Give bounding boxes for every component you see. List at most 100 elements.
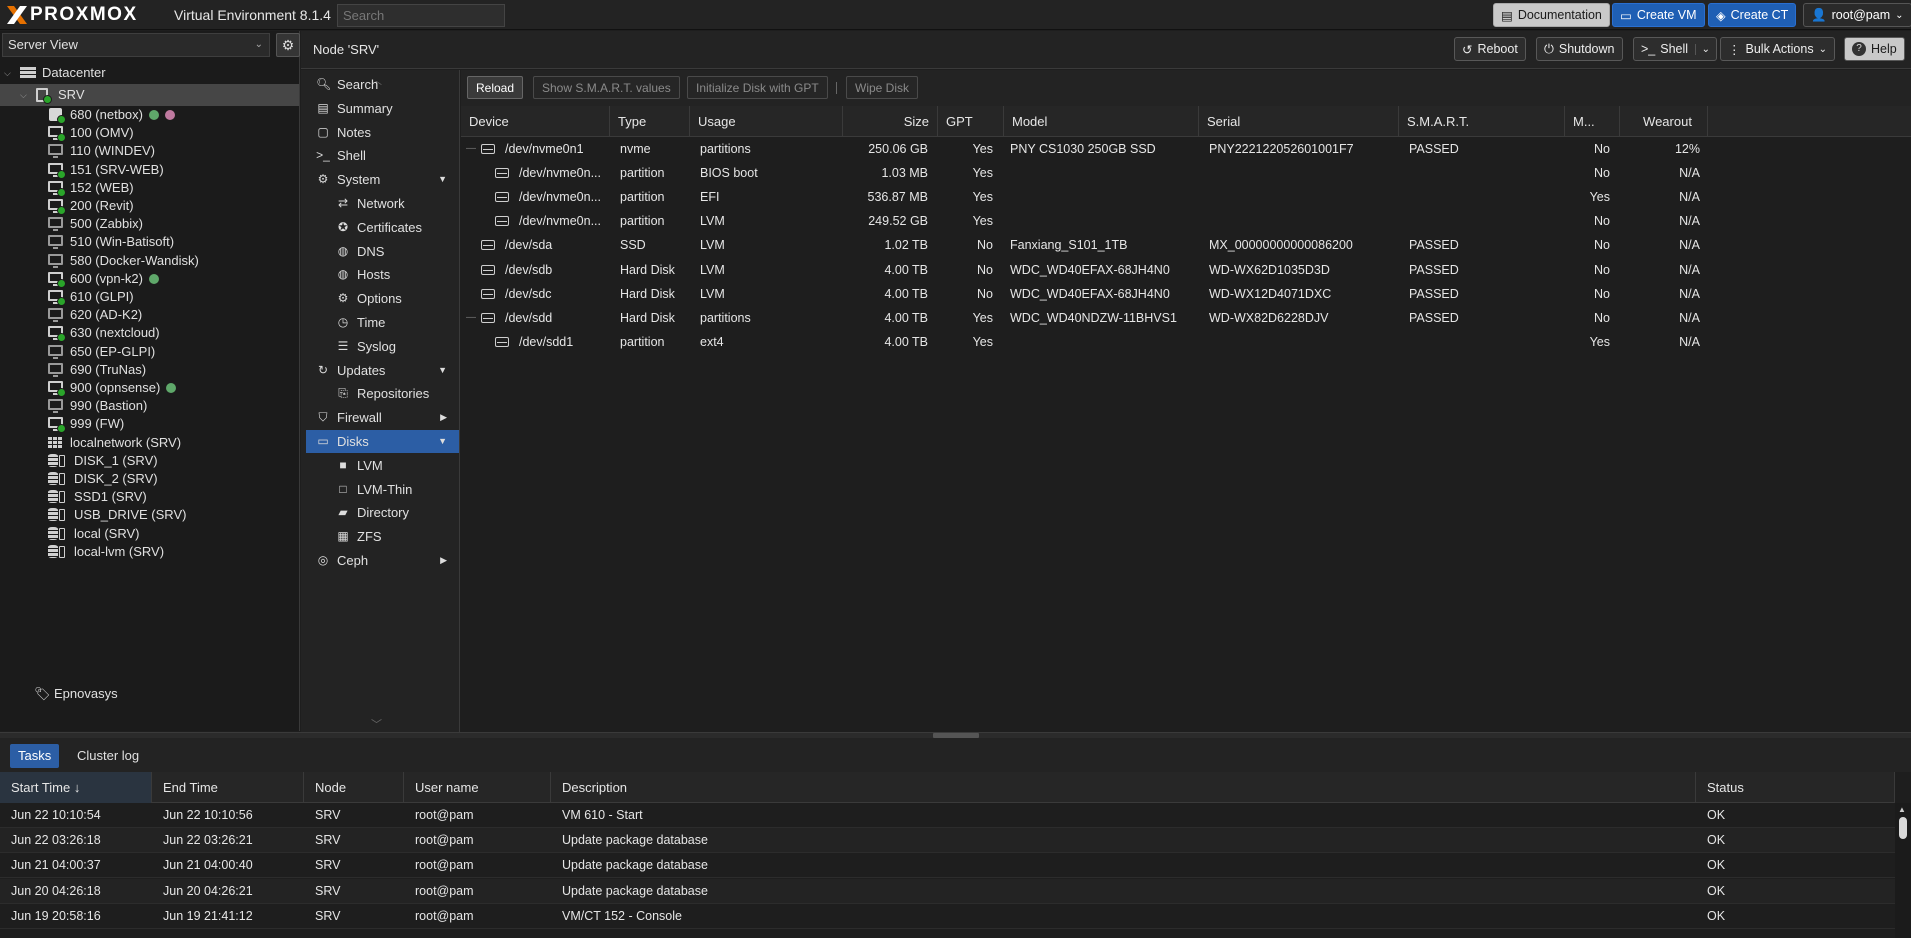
tree-item[interactable]: 630 (nextcloud) xyxy=(48,324,160,343)
documentation-button[interactable]: ▤ Documentation xyxy=(1493,3,1610,27)
scrollbar-thumb[interactable] xyxy=(1899,817,1907,839)
tree-item[interactable]: 200 (Revit) xyxy=(48,197,134,215)
tree-settings-button[interactable]: ⚙ xyxy=(276,33,300,57)
search-input[interactable]: Search xyxy=(337,4,505,27)
tree-item[interactable]: 580 (Docker-Wandisk) xyxy=(48,252,199,270)
table-row[interactable]: /dev/sdd1 partition ext4 4.00 TB Yes Yes N/A xyxy=(461,330,1911,354)
column-header[interactable]: End Time xyxy=(152,772,304,803)
nav-item-zfs[interactable]: ▦ ZFS xyxy=(306,525,459,548)
column-header[interactable]: Status xyxy=(1696,772,1895,803)
scroll-up-icon[interactable]: ▲ xyxy=(1898,805,1906,814)
table-row[interactable]: — /dev/sdd Hard Disk partitions 4.00 TB Yes WD… xyxy=(461,306,1911,330)
nav-item-options[interactable]: ⚙ Options xyxy=(306,287,459,310)
nav-item-time[interactable]: ◷ Time xyxy=(306,311,459,334)
expand-toggle-icon[interactable]: — xyxy=(466,137,476,161)
table-row[interactable]: /dev/sda SSD LVM 1.02 TB No Fanxiang_S101_1TB… xyxy=(461,233,1911,257)
expand-toggle-icon[interactable]: — xyxy=(466,306,476,330)
nav-item-repositories[interactable]: ⎘ Repositories xyxy=(306,382,459,405)
column-header[interactable]: Type xyxy=(610,106,690,137)
column-header[interactable]: Size xyxy=(843,106,938,137)
tree-item[interactable]: DISK_1 (SRV) xyxy=(48,452,158,470)
tree-item[interactable]: DISK_2 (SRV) xyxy=(48,470,158,488)
column-header[interactable]: Start Time ↓ xyxy=(0,772,152,803)
column-header[interactable]: S.M.A.R.T. xyxy=(1399,106,1565,137)
table-row[interactable]: /dev/sdc Hard Disk LVM 4.00 TB No WDC_WD40EFA… xyxy=(461,282,1911,306)
tree-item[interactable]: 900 (opnsense) xyxy=(48,379,177,397)
tree-item[interactable]: 990 (Bastion) xyxy=(48,397,147,415)
tree-item[interactable]: 650 (EP-GLPI) xyxy=(48,343,155,361)
nav-item-network[interactable]: ⇄ Network xyxy=(306,192,459,215)
column-header[interactable]: Device xyxy=(461,106,610,137)
nav-item-search[interactable]: 🔍︎ Search xyxy=(306,73,459,96)
table-row[interactable]: Jun 22 03:26:18 Jun 22 03:26:21 SRV root@pa… xyxy=(0,828,1895,854)
reboot-button[interactable]: ↺ Reboot xyxy=(1454,37,1526,61)
view-selector[interactable]: Server View ⌄ xyxy=(2,33,270,57)
table-row[interactable]: — /dev/nvme0n1 nvme partitions 250.06 GB Yes P… xyxy=(461,137,1911,161)
tree-item[interactable]: 100 (OMV) xyxy=(48,124,134,143)
tree-datacenter[interactable]: ⌵ Datacenter xyxy=(4,62,106,84)
tree-node-srv[interactable]: ⌵ SRV xyxy=(0,84,299,106)
tree-item[interactable]: 151 (SRV-WEB) xyxy=(48,161,164,179)
table-row[interactable]: Jun 21 04:00:37 Jun 21 04:00:40 SRV root@pa… xyxy=(0,853,1895,879)
nav-item-directory[interactable]: ▰ Directory xyxy=(306,501,459,524)
nav-item-lvm[interactable]: ■ LVM xyxy=(306,454,459,477)
nav-item-syslog[interactable]: ☰ Syslog xyxy=(306,335,459,358)
column-header[interactable]: GPT xyxy=(938,106,1004,137)
wipe-disk-button[interactable]: Wipe Disk xyxy=(846,76,919,99)
scroll-down-icon[interactable]: ﹀ xyxy=(371,716,382,732)
tab-tasks[interactable]: Tasks xyxy=(10,744,60,768)
table-row[interactable]: /dev/nvme0n... partition LVM 249.52 GB Yes No… xyxy=(461,209,1911,233)
tree-item[interactable]: local-lvm (SRV) xyxy=(48,543,164,561)
tree-item[interactable]: 600 (vpn-k2) xyxy=(48,270,159,288)
tab-cluster-log[interactable]: Cluster log xyxy=(69,744,147,768)
table-row[interactable]: /dev/sdb Hard Disk LVM 4.00 TB No WDC_WD40EFA… xyxy=(461,258,1911,282)
column-header[interactable]: Serial xyxy=(1199,106,1399,137)
initialize-gpt-button[interactable]: Initialize Disk with GPT xyxy=(687,76,828,99)
column-header[interactable]: User name xyxy=(404,772,551,803)
help-button[interactable]: ? Help xyxy=(1844,37,1905,61)
table-row[interactable]: Jun 22 10:10:54 Jun 22 10:10:56 SRV root@pa… xyxy=(0,803,1895,828)
tree-item[interactable]: SSD1 (SRV) xyxy=(48,488,147,506)
column-header[interactable]: M... xyxy=(1565,106,1620,137)
table-row[interactable]: /dev/nvme0n... partition BIOS boot 1.03 MB Y… xyxy=(461,161,1911,185)
chevron-down-icon[interactable]: ⌄ xyxy=(1694,43,1710,55)
proxmox-logo[interactable]: PROXMOX xyxy=(6,4,138,26)
collapse-toggle-icon[interactable]: ⌵ xyxy=(4,62,14,84)
tree-item[interactable]: 510 (Win-Batisoft) xyxy=(48,233,174,251)
nav-item-firewall[interactable]: ⛉ Firewall ▶ xyxy=(306,406,459,429)
tree-item[interactable]: 110 (WINDEV) xyxy=(48,142,155,160)
create-vm-button[interactable]: ▭ Create VM xyxy=(1612,3,1705,27)
nav-item-summary[interactable]: ▤ Summary xyxy=(306,97,459,120)
tree-item[interactable]: 152 (WEB) xyxy=(48,179,134,197)
shell-button[interactable]: >_ Shell ⌄ xyxy=(1633,37,1718,61)
tasks-scrollbar[interactable]: ▲ xyxy=(1895,803,1911,938)
column-header[interactable]: Node xyxy=(304,772,404,803)
column-header[interactable]: Description xyxy=(551,772,1696,803)
reload-button[interactable]: Reload xyxy=(467,76,524,99)
tree-item[interactable]: localnetwork (SRV) xyxy=(48,434,181,452)
nav-item-lvm-thin[interactable]: □ LVM-Thin xyxy=(306,478,459,501)
column-header[interactable]: Model xyxy=(1004,106,1199,137)
bulk-actions-button[interactable]: ⋮ Bulk Actions ⌄ xyxy=(1720,37,1835,61)
tree-item[interactable]: 610 (GLPI) xyxy=(48,288,134,306)
user-menu-button[interactable]: 👤 root@pam ⌄ xyxy=(1803,3,1911,27)
table-row[interactable]: Jun 19 20:58:16 Jun 19 21:41:12 SRV root@pa… xyxy=(0,904,1895,929)
nav-item-system[interactable]: ⚙ System ▼ xyxy=(306,168,459,191)
column-header[interactable]: Wearout xyxy=(1620,106,1708,137)
table-row[interactable]: Jun 20 04:26:18 Jun 20 04:26:21 SRV root@pa… xyxy=(0,878,1895,904)
tree-item[interactable]: 999 (FW) xyxy=(48,415,124,434)
tree-item[interactable]: local (SRV) xyxy=(48,525,140,543)
collapse-toggle-icon[interactable]: ⌵ xyxy=(20,84,30,106)
nav-item-certificates[interactable]: ✪ Certificates xyxy=(306,216,459,239)
nav-item-updates[interactable]: ↻ Updates ▼ xyxy=(306,359,459,382)
shutdown-button[interactable]: ⏻ Shutdown xyxy=(1536,37,1623,61)
column-header[interactable]: Usage xyxy=(690,106,843,137)
table-row[interactable]: /dev/nvme0n... partition EFI 536.87 MB Yes Ye… xyxy=(461,185,1911,209)
nav-item-ceph[interactable]: ◎ Ceph ▶ xyxy=(306,549,459,572)
tree-item[interactable]: 690 (TruNas) xyxy=(48,361,146,379)
nav-item-disks[interactable]: ▭ Disks ▼ xyxy=(306,430,459,453)
nav-item-dns[interactable]: ◍ DNS xyxy=(306,240,459,263)
tree-item[interactable]: 500 (Zabbix) xyxy=(48,215,143,233)
show-smart-button[interactable]: Show S.M.A.R.T. values xyxy=(533,76,680,99)
tree-item[interactable]: USB_DRIVE (SRV) xyxy=(48,506,186,524)
